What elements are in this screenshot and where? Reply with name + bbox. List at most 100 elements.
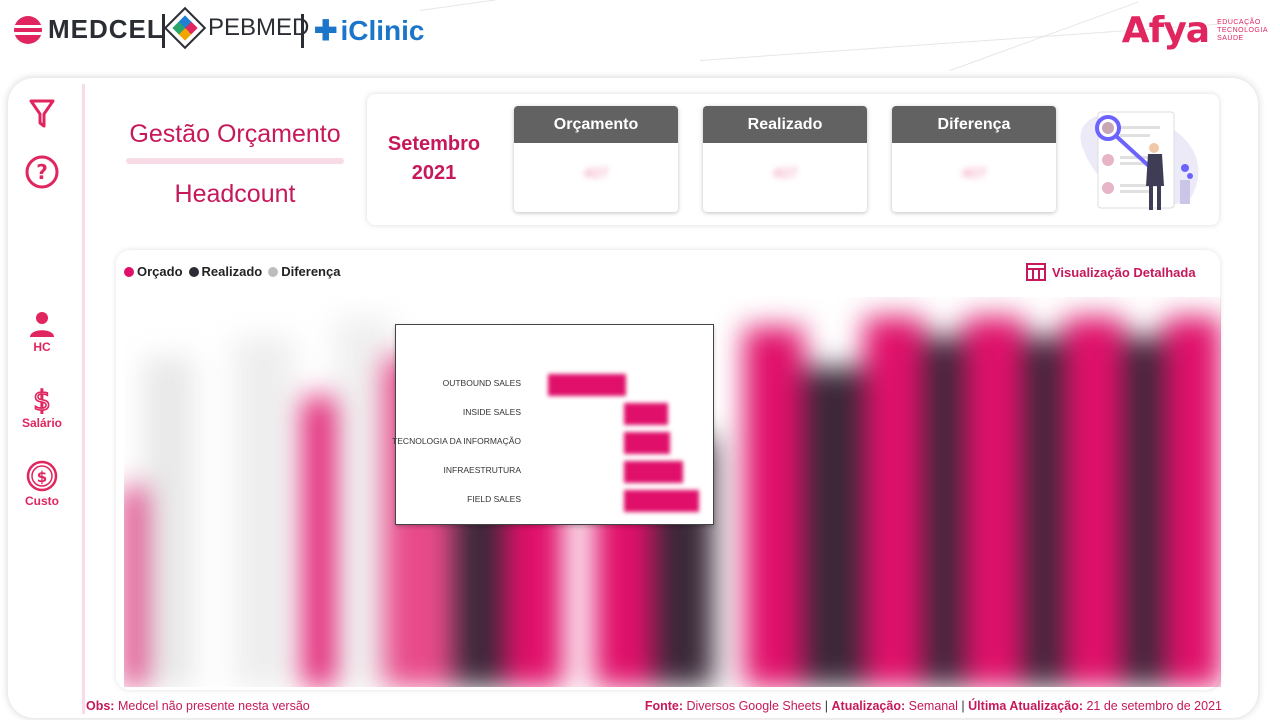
page-title: Gestão Orçamento [129, 120, 341, 148]
period-label: Setembro 2021 [368, 130, 500, 188]
detailed-view-link[interactable]: Visualização Detalhada [1026, 263, 1196, 281]
kpi-value: 407 [961, 165, 987, 182]
tooltip-row-label: INSIDE SALES [462, 407, 521, 417]
footer-note: Obs: Medcel não presente nesta versão [86, 699, 310, 713]
footer-separator: | [824, 699, 829, 713]
tooltip-row-bar [624, 490, 699, 512]
footer-update-label: Atualização: [831, 699, 906, 713]
legend-swatch [268, 266, 279, 277]
footer-update-text: Semanal [905, 699, 962, 713]
blurred-bar [1024, 337, 1064, 687]
legend-swatch [124, 266, 134, 277]
footer-source: Fonte: Diversos Google Sheets | Atualiza… [645, 699, 1222, 713]
blurred-bar [804, 367, 864, 687]
medcel-logo: MEDCEL [14, 14, 164, 45]
blurred-bar [1164, 317, 1221, 687]
svg-text:$: $ [37, 468, 47, 486]
afya-tagline-line: EDUCAÇÃO [1217, 18, 1261, 26]
afya-wordmark: Afya [1121, 10, 1210, 51]
iclinic-logo: ✚ iClinic [314, 14, 424, 47]
svg-text:$: $ [33, 384, 51, 414]
tooltip-row-label: INFRAESTRUTURA [443, 465, 521, 475]
period-year: 2021 [411, 162, 457, 184]
legend-item-realizado: Realizado [188, 264, 263, 279]
decor-line [420, 0, 658, 11]
tooltip-row-bar [548, 374, 626, 396]
medcel-wordmark: MEDCEL [48, 14, 164, 44]
detailed-view-label: Visualização Detalhada [1052, 264, 1196, 280]
tooltip-row: FIELD SALES [396, 490, 715, 512]
page-subtitle: Headcount [174, 180, 296, 208]
filter-icon [29, 99, 55, 128]
kpi-value: 407 [583, 165, 609, 182]
afya-tagline-line: TECNOLOGIA [1217, 26, 1268, 34]
table-icon [1026, 263, 1046, 281]
blurred-bar [924, 337, 964, 687]
sidebar: ? HC $ Salário $ Custo [8, 78, 80, 718]
legend-label: Diferença [281, 264, 341, 279]
help-button[interactable]: ? [8, 154, 76, 190]
decor-line [950, 1, 1139, 71]
sidebar-divider [82, 84, 85, 714]
sidebar-item-custo[interactable]: $ Custo [8, 460, 76, 508]
footer-obs-text: Medcel não presente nesta versão [114, 699, 310, 713]
afya-tagline: EDUCAÇÃO TECNOLOGIA SAÚDE [1217, 19, 1268, 43]
dollar-icon: $ [32, 384, 51, 414]
kpi-header: Orçamento [514, 106, 678, 143]
kpi-card-orcamento: Orçamento 407 [514, 106, 678, 212]
tooltip-row: TECNOLOGIA DA INFORMAÇÃO [392, 432, 715, 454]
pebmed-wordmark: PEBMED [208, 14, 310, 41]
kpi-header: Realizado [703, 106, 867, 143]
footer-source-text: Diversos Google Sheets [683, 699, 825, 713]
kpi-value: 407 [772, 165, 798, 182]
title-divider [126, 158, 344, 164]
footer-source-label: Fonte: [644, 699, 684, 713]
legend-label: Realizado [201, 264, 263, 279]
brand-separator [301, 14, 304, 48]
blurred-bar [964, 317, 1024, 687]
footer-separator: | [961, 699, 965, 713]
blurred-bar [1124, 337, 1164, 687]
coin-icon: $ [26, 460, 58, 492]
legend-label: Orçado [137, 264, 183, 279]
chart-legend: Orçado Realizado Diferença [124, 264, 346, 279]
brand-separator [162, 14, 165, 48]
sidebar-item-hc[interactable]: HC [8, 310, 76, 354]
blurred-bar [744, 327, 804, 687]
svg-text:?: ? [36, 160, 48, 184]
iclinic-cross-icon: ✚ [314, 15, 338, 46]
legend-swatch [188, 266, 199, 277]
tooltip-row: INFRAESTRUTURA [396, 461, 715, 483]
blurred-bar [864, 317, 924, 687]
footer-last-update-label: Última Atualização: [968, 699, 1083, 713]
sidebar-item-label: Salário [21, 416, 63, 430]
period-month: Setembro [387, 133, 481, 155]
tooltip-row-label: FIELD SALES [467, 494, 521, 504]
tooltip-row-bar [624, 432, 670, 454]
sidebar-item-salario[interactable]: $ Salário [8, 384, 76, 430]
kpi-header: Diferença [892, 106, 1056, 143]
pebmed-mark-icon [163, 6, 207, 50]
sidebar-item-label: Custo [25, 494, 59, 508]
sidebar-item-label: HC [33, 340, 51, 354]
legend-item-orcado: Orçado [124, 264, 183, 279]
tooltip-row-label: TECNOLOGIA DA INFORMAÇÃO [392, 436, 521, 446]
iclinic-wordmark: iClinic [340, 14, 425, 46]
footer-obs-label: Obs: [86, 699, 115, 713]
tooltip-row-label: OUTBOUND SALES [442, 378, 521, 388]
kpi-card-realizado: Realizado 407 [703, 106, 867, 212]
blurred-bar [1064, 317, 1124, 687]
kpi-card-diferenca: Diferença 407 [892, 106, 1056, 212]
afya-logo: Afya EDUCAÇÃO TECNOLOGIA SAÚDE [1122, 10, 1268, 51]
help-icon: ? [25, 155, 59, 189]
top-header: MEDCEL PEBMED ✚ iClinic Afya EDUCAÇÃO TE… [0, 0, 1280, 71]
tooltip-row: OUTBOUND SALES [396, 374, 715, 396]
person-icon [30, 312, 54, 337]
tooltip-row: INSIDE SALES [396, 403, 715, 425]
tooltip-row-bar [624, 461, 683, 483]
blurred-bar [144, 357, 194, 687]
legend-item-diferenca: Diferença [268, 264, 340, 279]
afya-tagline-line: SAÚDE [1217, 34, 1244, 42]
medcel-mark-icon [14, 15, 42, 44]
filter-button[interactable] [8, 98, 76, 130]
